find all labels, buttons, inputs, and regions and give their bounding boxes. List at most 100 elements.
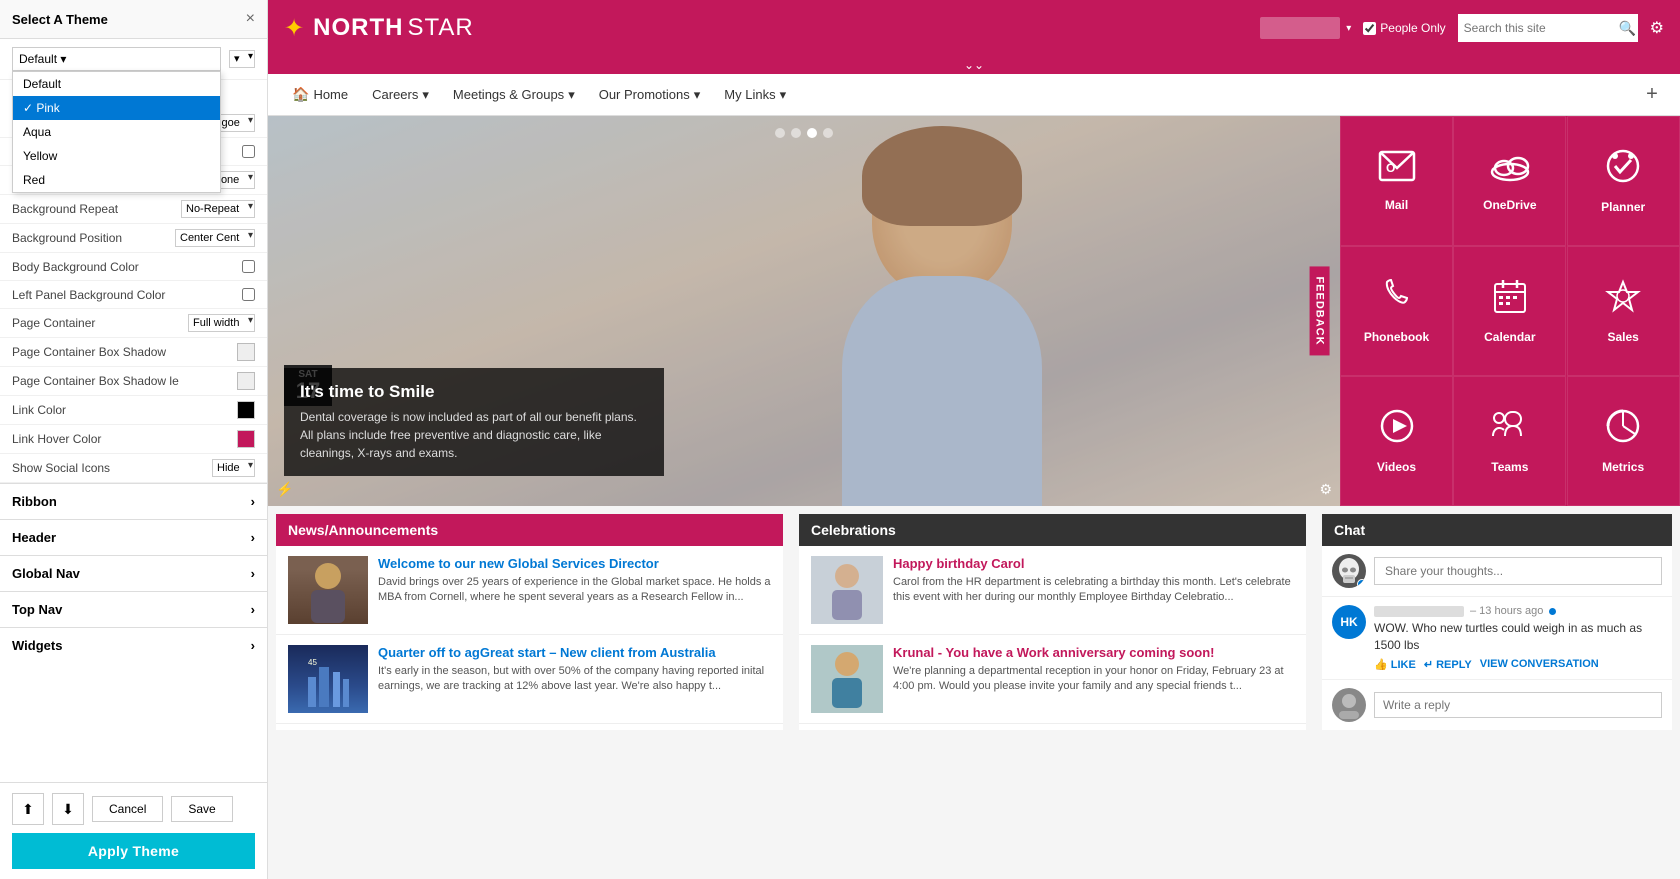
hero-tiles-section: SAT 17 It's time to Smile Dental coverag… xyxy=(268,116,1680,506)
people-only-checkbox[interactable] xyxy=(1363,22,1376,35)
chat-reply-area xyxy=(1322,680,1672,730)
theme-option-yellow[interactable]: Yellow xyxy=(13,144,220,168)
news-headline-2[interactable]: Quarter off to agGreat start – New clien… xyxy=(378,645,771,660)
tile-planner-label: Planner xyxy=(1601,200,1645,214)
calendar-icon xyxy=(1492,278,1528,322)
bg-repeat-label: Background Repeat xyxy=(12,202,181,216)
social-icons-select[interactable]: Hide xyxy=(212,459,255,477)
chat-like-button[interactable]: 👍 LIKE xyxy=(1374,658,1416,671)
bg-position-value: Center Cent xyxy=(175,229,255,247)
search-bar: 🔍 xyxy=(1458,14,1638,42)
global-nav-section[interactable]: Global Nav › xyxy=(0,555,267,591)
nav-links[interactable]: My Links ▾ xyxy=(712,74,798,116)
top-bar: ✦ NORTH STAR ▾ People Only 🔍 ⚙ xyxy=(268,0,1680,56)
tile-calendar[interactable]: Calendar xyxy=(1453,246,1566,376)
upload-button[interactable]: ⬆ xyxy=(12,793,44,825)
content-area: SAT 17 It's time to Smile Dental coverag… xyxy=(268,116,1680,879)
global-nav-chevron: › xyxy=(251,566,255,581)
tile-planner[interactable]: Planner xyxy=(1567,116,1680,246)
nav-home[interactable]: 🏠 Home xyxy=(280,74,360,116)
tile-sales[interactable]: Sales xyxy=(1567,246,1680,376)
body-bg-color-checkbox[interactable] xyxy=(242,260,255,273)
hero-dot-2[interactable] xyxy=(791,128,801,138)
celeb-headline-2[interactable]: Krunal - You have a Work anniversary com… xyxy=(893,645,1294,660)
tile-videos[interactable]: Videos xyxy=(1340,376,1453,506)
tile-onedrive[interactable]: OneDrive xyxy=(1453,116,1566,246)
hero-container: SAT 17 It's time to Smile Dental coverag… xyxy=(268,116,1340,506)
hero-dot-3[interactable] xyxy=(807,128,817,138)
page-container-select[interactable]: Full width xyxy=(188,314,255,332)
download-button[interactable]: ⬇ xyxy=(52,793,84,825)
top-nav-label: Top Nav xyxy=(12,602,62,617)
cancel-button[interactable]: Cancel xyxy=(92,796,163,822)
save-button[interactable]: Save xyxy=(171,796,232,822)
expand-chevron[interactable]: ⌄⌄ xyxy=(964,58,984,72)
header-section[interactable]: Header › xyxy=(0,519,267,555)
bg-color-checkbox[interactable] xyxy=(242,145,255,158)
chat-msg-text-1: WOW. Who new turtles could weigh in as m… xyxy=(1374,620,1662,654)
chat-reply-input[interactable] xyxy=(1374,692,1662,718)
main-area: SAT 17 It's time to Smile Dental coverag… xyxy=(268,116,1680,879)
link-hover-color-swatch[interactable] xyxy=(237,430,255,448)
celebration-item-2: Krunal - You have a Work anniversary com… xyxy=(799,635,1306,724)
nav-promotions[interactable]: Our Promotions ▾ xyxy=(587,74,713,116)
feedback-tab[interactable]: FEEDBACK xyxy=(1309,266,1329,355)
celeb-headline-1[interactable]: Happy birthday Carol xyxy=(893,556,1294,571)
bg-position-select[interactable]: Center Cent xyxy=(175,229,255,247)
mail-icon: O xyxy=(1378,150,1416,190)
second-theme-select[interactable]: ▾ xyxy=(229,50,255,68)
theme-option-pink[interactable]: ✓ Pink xyxy=(13,96,220,120)
left-panel-bg-value xyxy=(242,288,255,301)
nav-meetings-label: Meetings & Groups xyxy=(453,87,564,102)
nav-links-label: My Links xyxy=(724,87,775,102)
apply-theme-button[interactable]: Apply Theme xyxy=(12,833,255,869)
left-panel-bg-checkbox[interactable] xyxy=(242,288,255,301)
top-nav-section[interactable]: Top Nav › xyxy=(0,591,267,627)
search-icon[interactable]: 🔍 xyxy=(1619,20,1636,37)
nav-careers[interactable]: Careers ▾ xyxy=(360,74,441,116)
hero-dot-1[interactable] xyxy=(775,128,785,138)
chat-view-conversation-button[interactable]: VIEW CONVERSATION xyxy=(1480,658,1599,671)
close-button[interactable]: × xyxy=(246,10,255,28)
news-headline-1[interactable]: Welcome to our new Global Services Direc… xyxy=(378,556,771,571)
bg-position-row: Background Position Center Cent xyxy=(0,224,267,253)
theme-dropdown-current[interactable]: Default ▾ xyxy=(12,47,221,71)
theme-option-red[interactable]: Red xyxy=(13,168,220,192)
bg-repeat-select[interactable]: No-Repeat xyxy=(181,200,255,218)
tile-teams[interactable]: Teams xyxy=(1453,376,1566,506)
tile-grid: O Mail OneDrive xyxy=(1340,116,1680,506)
chat-share-input[interactable] xyxy=(1374,557,1662,585)
search-input[interactable] xyxy=(1464,21,1619,35)
widgets-section[interactable]: Widgets › xyxy=(0,627,267,663)
hero-controls[interactable]: ⚡ xyxy=(276,481,293,498)
videos-icon xyxy=(1379,408,1415,452)
chat-reply-button[interactable]: ↵ REPLY xyxy=(1424,658,1472,671)
user-avatar xyxy=(1260,17,1340,39)
header-chevron: › xyxy=(251,530,255,545)
news-title-bar: News/Announcements xyxy=(276,514,783,546)
box-shadow-le-swatch[interactable] xyxy=(237,372,255,390)
tile-mail[interactable]: O Mail xyxy=(1340,116,1453,246)
tile-phonebook[interactable]: Phonebook xyxy=(1340,246,1453,376)
link-color-swatch[interactable] xyxy=(237,401,255,419)
celebration-item-1: Happy birthday Carol Carol from the HR d… xyxy=(799,546,1306,635)
gear-icon[interactable]: ⚙ xyxy=(1650,18,1664,38)
tile-metrics[interactable]: Metrics xyxy=(1567,376,1680,506)
hero-settings[interactable]: ⚙ xyxy=(1319,481,1332,498)
user-chevron[interactable]: ▾ xyxy=(1346,23,1351,34)
hero-dot-4[interactable] xyxy=(823,128,833,138)
news-item-1: Welcome to our new Global Services Direc… xyxy=(276,546,783,635)
global-nav-label: Global Nav xyxy=(12,566,80,581)
chat-avatar-hk: HK xyxy=(1332,605,1366,639)
phonebook-icon xyxy=(1381,278,1413,322)
nav-meetings[interactable]: Meetings & Groups ▾ xyxy=(441,74,587,116)
logo-star-icon: ✦ xyxy=(284,14,305,43)
theme-option-aqua[interactable]: Aqua xyxy=(13,120,220,144)
nav-add-button[interactable]: + xyxy=(1636,83,1668,106)
expand-bar: ⌄⌄ xyxy=(268,56,1680,74)
left-panel-bg-label: Left Panel Background Color xyxy=(12,288,242,302)
social-icons-label: Show Social Icons xyxy=(12,461,212,475)
ribbon-section[interactable]: Ribbon › xyxy=(0,483,267,519)
box-shadow-swatch[interactable] xyxy=(237,343,255,361)
theme-option-default[interactable]: Default xyxy=(13,72,220,96)
